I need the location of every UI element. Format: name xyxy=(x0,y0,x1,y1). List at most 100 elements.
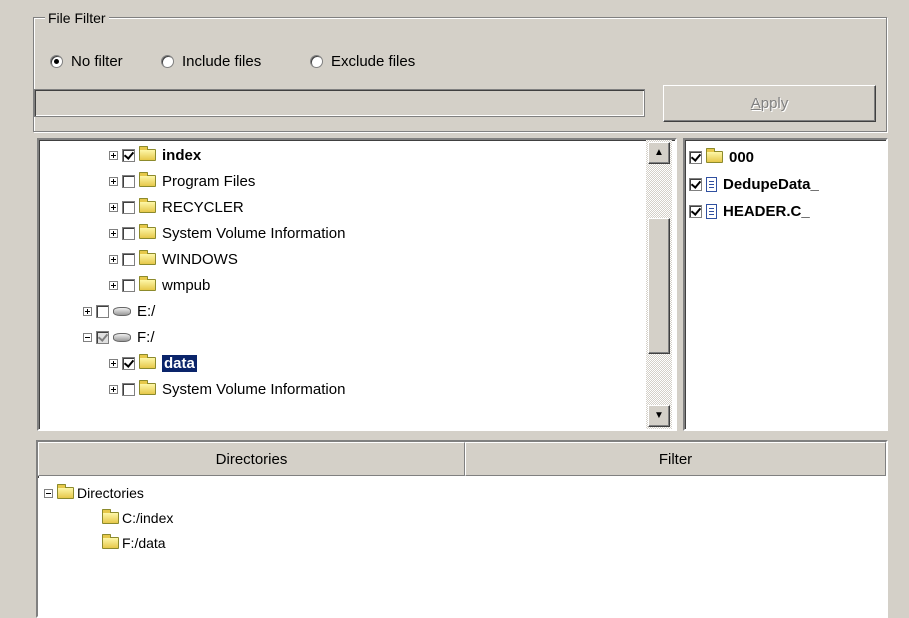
apply-button[interactable]: Apply xyxy=(663,85,876,122)
arrow-down-icon: ▼ xyxy=(654,410,664,421)
tree-item-label: RECYCLER xyxy=(162,198,244,216)
tree-item-data[interactable]: data xyxy=(109,352,197,374)
folder-icon xyxy=(139,250,156,265)
expand-icon[interactable] xyxy=(109,254,118,264)
file-checkbox[interactable] xyxy=(689,204,702,218)
radio-include-files-label: Include files xyxy=(182,52,262,70)
file-item-dedupedata[interactable]: DedupeData_ xyxy=(689,173,819,195)
radio-exclude-files-label: Exclude files xyxy=(331,52,416,70)
tree-checkbox[interactable] xyxy=(122,226,135,240)
tree-item-recycler[interactable]: RECYCLER xyxy=(109,196,244,218)
tree-checkbox[interactable] xyxy=(122,174,135,188)
radio-no-filter-label: No filter xyxy=(71,52,123,70)
tree-checkbox[interactable] xyxy=(122,148,135,162)
list-root-directories[interactable]: Directories xyxy=(44,482,144,504)
file-item-label: HEADER.C_ xyxy=(723,202,810,220)
tree-checkbox[interactable] xyxy=(122,200,135,214)
scroll-thumb[interactable] xyxy=(648,218,670,354)
tree-item-index[interactable]: index xyxy=(109,144,201,166)
drive-icon xyxy=(113,306,131,316)
tree-item-label-selected: data xyxy=(162,354,197,372)
file-checkbox[interactable] xyxy=(689,150,702,164)
folder-icon xyxy=(139,380,156,395)
directory-tree[interactable]: index Program Files RECYCLER System Volu… xyxy=(37,138,677,431)
file-icon xyxy=(706,203,717,219)
radio-unselected-icon xyxy=(310,54,323,68)
radio-unselected-icon xyxy=(161,54,174,68)
directories-list[interactable]: Directories Filter Directories C:/index … xyxy=(36,440,888,618)
file-item-000[interactable]: 000 xyxy=(689,146,754,168)
folder-icon xyxy=(102,509,119,524)
expand-icon[interactable] xyxy=(109,280,118,290)
drive-icon xyxy=(113,332,131,342)
tree-item-program-files[interactable]: Program Files xyxy=(109,170,255,192)
list-item-label: F:/data xyxy=(122,535,166,551)
radio-exclude-files[interactable]: Exclude files xyxy=(310,50,415,72)
list-item[interactable]: C:/index xyxy=(102,507,173,529)
folder-icon xyxy=(139,354,156,369)
tree-checkbox[interactable] xyxy=(122,252,135,266)
folder-icon xyxy=(139,198,156,213)
collapse-icon[interactable] xyxy=(44,488,53,498)
expand-icon[interactable] xyxy=(109,228,118,238)
tree-item-label: E:/ xyxy=(137,302,156,320)
radio-selected-icon xyxy=(50,54,63,68)
expand-icon[interactable] xyxy=(109,384,118,394)
column-header-filter[interactable]: Filter xyxy=(465,442,886,476)
tree-item-windows[interactable]: WINDOWS xyxy=(109,248,238,270)
folder-icon xyxy=(139,224,156,239)
folder-icon xyxy=(139,172,156,187)
tree-item-label: WINDOWS xyxy=(162,250,238,268)
tree-item-label: System Volume Information xyxy=(162,224,346,242)
file-item-label: DedupeData_ xyxy=(723,175,819,193)
folder-icon xyxy=(139,146,156,161)
radio-no-filter[interactable]: No filter xyxy=(50,50,123,72)
expand-icon[interactable] xyxy=(109,202,118,212)
file-item-header[interactable]: HEADER.C_ xyxy=(689,200,810,222)
radio-include-files[interactable]: Include files xyxy=(161,50,261,72)
column-header-label: Directories xyxy=(215,450,288,468)
file-checkbox[interactable] xyxy=(689,177,702,191)
tree-checkbox[interactable] xyxy=(122,382,135,396)
list-item[interactable]: F:/data xyxy=(102,532,166,554)
scroll-up-button[interactable]: ▲ xyxy=(648,142,670,164)
file-list[interactable]: 000 DedupeData_ HEADER.C_ xyxy=(683,138,888,431)
apply-mnemonic: A xyxy=(750,95,761,112)
folder-icon xyxy=(102,534,119,549)
tree-item-system-volume-information[interactable]: System Volume Information xyxy=(109,222,345,244)
column-header-label: Filter xyxy=(658,450,693,468)
scroll-down-button[interactable]: ▼ xyxy=(648,405,670,427)
expand-icon[interactable] xyxy=(109,150,118,160)
folder-icon xyxy=(139,276,156,291)
arrow-up-icon: ▲ xyxy=(654,147,664,158)
file-icon xyxy=(706,176,717,192)
filter-pattern-input[interactable] xyxy=(34,89,645,117)
folder-icon xyxy=(706,148,723,163)
tree-item-label: wmpub xyxy=(162,276,211,294)
list-root-label: Directories xyxy=(77,485,144,501)
tree-item-system-volume-information-f[interactable]: System Volume Information xyxy=(109,378,345,400)
tree-checkbox[interactable] xyxy=(122,278,135,292)
tree-item-drive-f[interactable]: F:/ xyxy=(83,326,155,348)
apply-label: pply xyxy=(760,95,789,112)
tree-checkbox[interactable] xyxy=(96,304,109,318)
file-item-label: 000 xyxy=(729,148,755,166)
tree-item-wmpub[interactable]: wmpub xyxy=(109,274,210,296)
list-item-label: C:/index xyxy=(122,510,174,526)
tree-item-drive-e[interactable]: E:/ xyxy=(83,300,155,322)
tree-item-label: System Volume Information xyxy=(162,380,346,398)
tree-checkbox[interactable] xyxy=(122,356,135,370)
collapse-icon[interactable] xyxy=(83,332,92,342)
expand-icon[interactable] xyxy=(109,358,118,368)
file-filter-title: File Filter xyxy=(45,10,109,26)
tree-item-label: index xyxy=(162,146,202,164)
tree-item-label: F:/ xyxy=(137,328,155,346)
folder-icon xyxy=(57,484,74,499)
expand-icon[interactable] xyxy=(109,176,118,186)
column-header-directories[interactable]: Directories xyxy=(38,442,465,476)
tree-item-label: Program Files xyxy=(162,172,256,190)
tree-checkbox-partial[interactable] xyxy=(96,330,109,344)
list-body: Directories C:/index F:/data xyxy=(38,478,886,616)
expand-icon[interactable] xyxy=(83,306,92,316)
tree-scrollbar[interactable]: ▲ ▼ xyxy=(646,140,672,429)
